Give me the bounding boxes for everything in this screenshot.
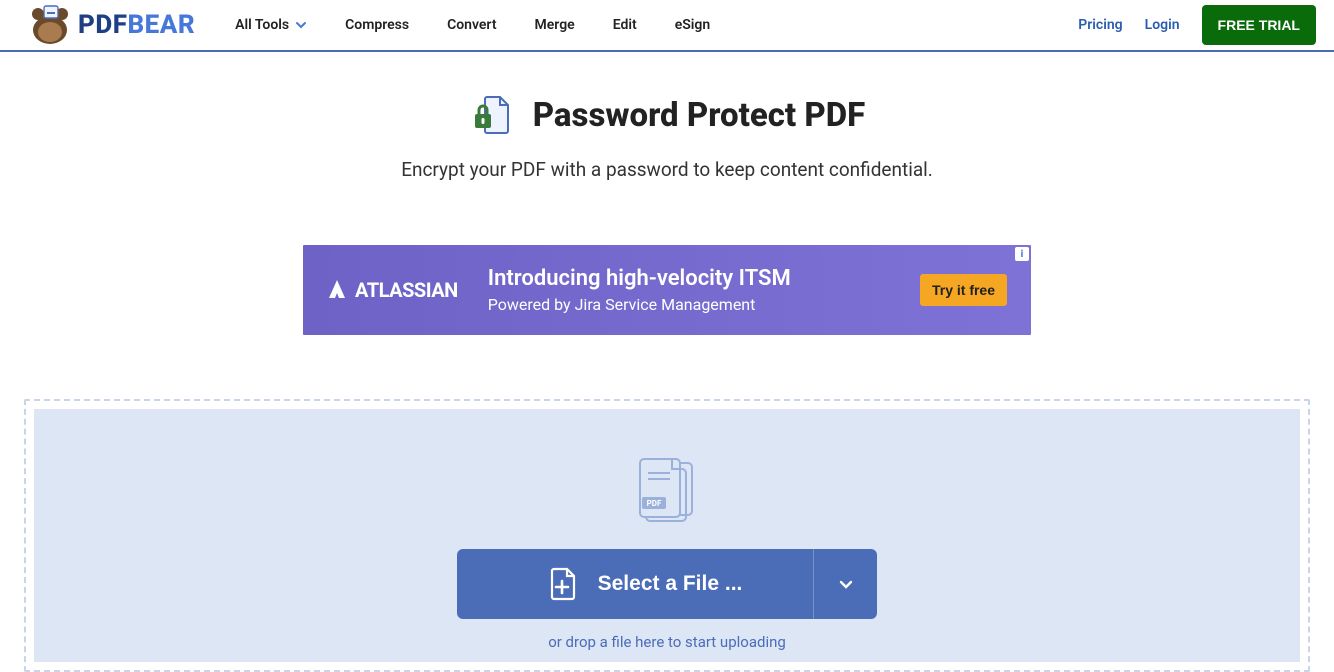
login-link[interactable]: Login (1145, 17, 1180, 33)
ad-container: ATLASSIAN Introducing high-velocity ITSM… (0, 245, 1334, 335)
nav-label: All Tools (235, 17, 289, 33)
pdf-stack-icon: PDF (630, 455, 704, 527)
ad-brand: ATLASSIAN (327, 278, 458, 302)
bear-icon (28, 4, 72, 46)
main-nav: All Tools Compress Convert Merge Edit eS… (235, 17, 1078, 33)
ad-banner[interactable]: ATLASSIAN Introducing high-velocity ITSM… (303, 245, 1031, 335)
ad-brand-text: ATLASSIAN (355, 278, 458, 302)
chevron-down-icon (295, 19, 307, 31)
logo-text: PDFBEAR (78, 10, 195, 40)
dropzone[interactable]: PDF Select a File ... or drop a file her… (34, 409, 1300, 662)
svg-text:PDF: PDF (647, 499, 662, 508)
nav-edit[interactable]: Edit (613, 17, 637, 33)
select-file-button[interactable]: Select a File ... (457, 549, 813, 619)
nav-compress[interactable]: Compress (345, 17, 409, 33)
header: PDFBEAR All Tools Compress Convert Merge… (0, 0, 1334, 52)
select-file-menu-button[interactable] (813, 549, 877, 619)
pricing-link[interactable]: Pricing (1078, 17, 1122, 33)
ad-headline: Introducing high-velocity ITSM (488, 264, 920, 294)
chevron-down-icon (837, 575, 855, 593)
page-subtitle: Encrypt your PDF with a password to keep… (0, 158, 1334, 181)
nav-merge[interactable]: Merge (535, 17, 575, 33)
right-nav: Pricing Login FREE TRIAL (1078, 5, 1316, 45)
page-title: Password Protect PDF (533, 96, 866, 135)
logo[interactable]: PDFBEAR (28, 4, 195, 46)
ad-info-icon[interactable]: i (1015, 247, 1029, 261)
free-trial-button[interactable]: FREE TRIAL (1202, 5, 1316, 45)
hero-title-row: Password Protect PDF (469, 92, 866, 138)
ad-text: Introducing high-velocity ITSM Powered b… (488, 264, 920, 315)
nav-convert[interactable]: Convert (447, 17, 496, 33)
dropzone-outer: PDF Select a File ... or drop a file her… (24, 399, 1310, 672)
ad-cta-button[interactable]: Try it free (920, 274, 1007, 306)
nav-esign[interactable]: eSign (675, 17, 711, 33)
ad-subline: Powered by Jira Service Management (488, 294, 920, 316)
atlassian-logo-icon (327, 280, 347, 300)
file-add-icon (548, 567, 578, 601)
drop-hint: or drop a file here to start uploading (548, 633, 786, 651)
select-file-group: Select a File ... (457, 549, 877, 619)
select-file-label: Select a File ... (598, 572, 743, 596)
hero: Password Protect PDF Encrypt your PDF wi… (0, 52, 1334, 207)
nav-all-tools[interactable]: All Tools (235, 17, 307, 33)
lock-file-icon (469, 92, 515, 138)
